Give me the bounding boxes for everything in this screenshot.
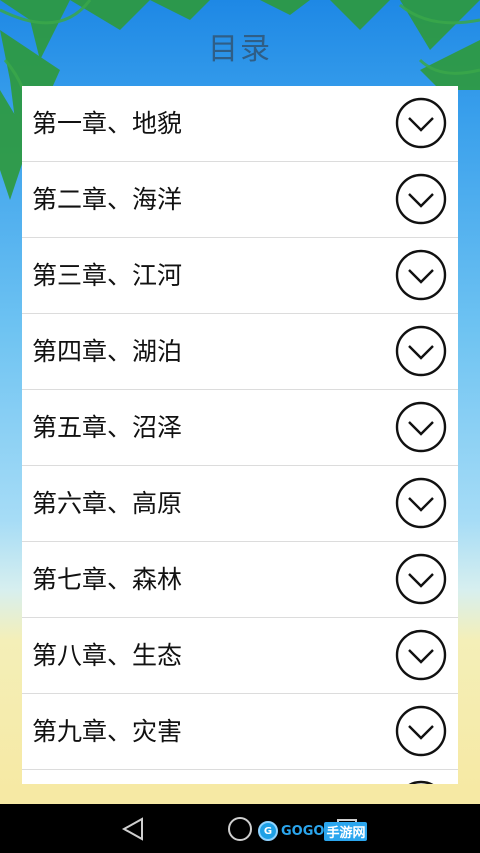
chapter-label: 第五章、沼泽	[32, 413, 183, 442]
chapter-list[interactable]: 第一章、地貌 第二章、海洋 第三章、江河 第四章、湖泊 第五章、沼泽 第六章、高…	[22, 86, 458, 784]
back-triangle-icon[interactable]	[120, 816, 146, 842]
home-circle-icon[interactable]	[227, 816, 253, 842]
chapter-item-6[interactable]: 第六章、高原	[22, 466, 458, 542]
gogo-logo-icon: G	[258, 821, 278, 841]
chapter-label: 第二章、海洋	[32, 185, 183, 214]
app-screen: 目录 第一章、地貌 第二章、海洋 第三章、江河 第四章、湖泊 第五章、沼泽 第六…	[0, 0, 480, 853]
chevron-down-circle-icon[interactable]	[395, 553, 447, 605]
chapter-item-7[interactable]: 第七章、森林	[22, 542, 458, 618]
chevron-down-circle-icon[interactable]	[395, 629, 447, 681]
chapter-item-1[interactable]: 第一章、地貌	[22, 86, 458, 162]
chevron-down-circle-icon[interactable]	[395, 249, 447, 301]
chevron-down-circle-icon[interactable]	[395, 705, 447, 757]
chapter-label: 第八章、生态	[32, 641, 183, 670]
chevron-down-circle-icon[interactable]	[395, 401, 447, 453]
chapter-item-9[interactable]: 第九章、灾害	[22, 694, 458, 770]
chapter-label: 第七章、森林	[32, 565, 183, 594]
chapter-item-2[interactable]: 第二章、海洋	[22, 162, 458, 238]
chevron-down-circle-icon[interactable]	[395, 780, 447, 784]
chevron-down-circle-icon[interactable]	[395, 173, 447, 225]
chevron-down-circle-icon[interactable]	[395, 477, 447, 529]
chapter-label: 第三章、江河	[32, 261, 183, 290]
chevron-down-circle-icon[interactable]	[395, 97, 447, 149]
chapter-item-3[interactable]: 第三章、江河	[22, 238, 458, 314]
chapter-label: 第一章、地貌	[32, 109, 183, 138]
watermark: G GOGO 手游网	[258, 820, 368, 842]
watermark-suffix: 手游网	[324, 821, 368, 841]
chapter-label: 第四章、湖泊	[32, 337, 183, 366]
chapter-item-5[interactable]: 第五章、沼泽	[22, 390, 458, 466]
chapter-item-partial[interactable]	[22, 770, 458, 784]
system-navigation-bar	[0, 804, 480, 853]
watermark-brand: GOGO	[281, 823, 325, 839]
page-title: 目录	[208, 32, 272, 67]
chapter-label: 第九章、灾害	[32, 717, 183, 746]
chapter-item-4[interactable]: 第四章、湖泊	[22, 314, 458, 390]
chapter-item-8[interactable]: 第八章、生态	[22, 618, 458, 694]
chevron-down-circle-icon[interactable]	[395, 325, 447, 377]
chapter-label: 第六章、高原	[32, 489, 183, 518]
